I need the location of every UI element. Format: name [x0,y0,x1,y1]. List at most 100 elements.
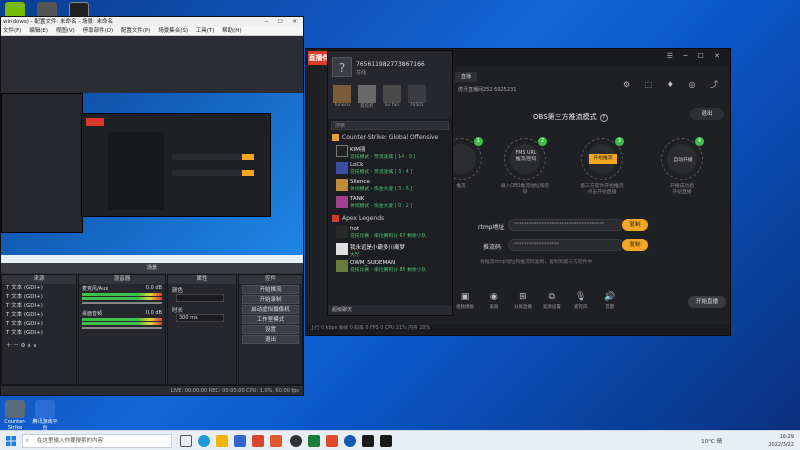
player-row[interactable]: TANK 休闲模式 - 炼金大厦 [ 0 : 2 ] [328,194,452,211]
volume-slider[interactable] [82,327,162,329]
volume-slider[interactable] [82,302,162,304]
explorer-icon[interactable] [216,435,228,447]
mixer-channel[interactable]: 麦克风/Aux 0.0 dB [79,284,165,305]
start-streaming-button[interactable]: 开始推流 [242,285,299,294]
settings-button[interactable]: 设置 [242,325,299,334]
app-icon[interactable] [308,435,320,447]
beauty-tool[interactable]: ◉ 美颜 [481,292,507,310]
user-avatar[interactable]: ? [332,57,352,77]
friends-header: ? 765611982773867166 在线 Tuneco 爱吃虾 Su fa… [328,51,452,119]
scene-label: 场景 [146,265,157,271]
preview-obs-window [1,93,83,233]
menu-profile[interactable]: 配置文件(P) [121,28,151,34]
mixer-channel[interactable]: 桌面音频 0.0 dB [79,309,165,330]
user-id: 765611982773867166 [356,61,425,68]
source-item[interactable]: T 文本 (GDI+) [2,311,76,320]
desktop-icon-tencent[interactable]: 腾讯游戏平台 [32,400,58,431]
virtual-camera-button[interactable]: 启动虚拟摄像机 [242,305,299,314]
property-value[interactable]: 300 ms [176,314,224,322]
steam-icon[interactable] [344,435,356,447]
menu-help[interactable]: 帮助(H) [222,28,241,34]
source-item[interactable]: T 文本 (GDI+) [2,293,76,302]
player-row[interactable]: OWM_SUDEMAN 竞技比赛 - 排位赛积分 85 剩余小队 [328,258,452,275]
stream-key-field[interactable]: ****************** [508,239,624,251]
rtmp-field[interactable]: ************************************ [508,219,624,231]
app-icon[interactable] [362,435,374,447]
property-row[interactable]: 时长 300 ms [168,304,236,324]
exit-button[interactable]: 退出 [242,335,299,344]
friend-avatar[interactable]: Tuneco [331,85,353,108]
copy-key-button[interactable]: 复制 [622,239,648,251]
friend-avatar[interactable]: 76501 [406,85,428,108]
friend-avatar[interactable]: Su fan [381,85,403,108]
exit-mode-button[interactable]: 退出 [690,108,724,120]
mixer-panel: 混音器 麦克风/Aux 0.0 dB 桌面音频 0.0 dB [78,274,166,385]
microphone-icon[interactable]: 🎙 麦克风 [568,292,594,310]
app-icon[interactable] [380,435,392,447]
studio-mode-button[interactable]: 工作室模式 [242,315,299,324]
step-4: 4 自动开播 开播成功后 开始直播 [657,137,707,196]
sources-header: 来源 [2,275,76,284]
menu-edit[interactable]: 编辑(E) [29,28,48,34]
sources-toolbar[interactable]: ＋ － ⚙ ∧ ∨ [2,342,76,351]
app-statusbar: 上行 0 kbps 丢帧 0 码率 0 FPS 0 CPU 21% 内存 20% [306,324,730,334]
obs-preview[interactable] [1,37,303,263]
properties-panel: 属性 颜色 时长 300 ms [167,274,237,385]
taskbar-search[interactable]: ⌕ 在这里输入你要搜索的内容 [22,434,172,448]
split-screen-tool[interactable]: ⊞ 分屏直播 [510,292,536,310]
window-controls[interactable]: ─ ☐ ✕ [265,17,301,27]
game-category[interactable]: Counter-Strike: Global Offensive [328,132,452,143]
obs-menubar: 文件(F) 编辑(E) 视图(V) 停靠部件(D) 配置文件(P) 场景集合(S… [1,27,303,36]
menu-view[interactable]: 视图(V) [56,28,75,34]
mixer-channel-name: 麦克风/Aux [82,286,109,292]
player-row[interactable]: KIM丽 竞技模式 - 荒漠迷城 [ 14 : 9 ] [328,143,452,160]
app-icon[interactable] [270,435,282,447]
start-recording-button[interactable]: 开始录制 [242,295,299,304]
store-icon[interactable] [234,435,246,447]
volume-icon[interactable]: 🔊 音量 [597,292,623,310]
player-row[interactable]: 我永远是小霸多川离梦 大厅 [328,241,452,258]
obs-icon[interactable] [290,435,302,447]
super-chat-bar[interactable]: 超级聊天 [328,305,452,315]
property-row[interactable]: 颜色 [168,284,236,304]
help-icon[interactable]: ? [599,114,608,122]
source-item[interactable]: T 文本 (GDI+) [2,302,76,311]
taskbar: ⌕ 在这里输入你要搜索的内容 10°C 晴 16:29 2022/3/22 [0,430,800,450]
task-view-icon[interactable] [180,435,192,447]
volume-meter [82,322,162,325]
bottom-toolbar: ▣ 视频模板 ◉ 美颜 ⊞ 分屏直播 ⧉ 高清设置 🎙 麦克风 🔊 音量 [452,292,800,320]
obs-window: windows) - 配置文件: 未命名 - 场景: 未命名 ─ ☐ ✕ 文件(… [0,16,304,396]
source-item[interactable]: T 文本 (GDI+) [2,320,76,329]
volume-meter [82,293,162,296]
properties-header: 属性 [168,275,236,284]
property-value[interactable] [176,294,224,302]
source-item[interactable]: T 文本 (GDI+) [2,284,76,293]
csgo-icon [5,400,25,418]
volume-meter [82,297,162,300]
tab-live[interactable]: 直播 [455,72,478,82]
player-row[interactable]: Silence 休闲模式 - 炼金大厦 [ 3 : 6 ] [328,177,452,194]
app-toolbar-icons[interactable]: ⚙ ⬚ ♦ ◎ ⤴ [623,79,724,90]
player-row[interactable]: LoCk 竞技模式 - 荒漠迷城 [ 3 : 4 ] [328,160,452,177]
source-item[interactable]: T 文本 (GDI+) [2,329,76,338]
office-icon[interactable] [252,435,264,447]
app-icon[interactable] [326,435,338,447]
copy-rtmp-button[interactable]: 复制 [622,219,648,231]
game-category[interactable]: Apex Legends [328,213,452,224]
friend-avatar[interactable]: 爱吃虾 [356,85,378,109]
edge-icon[interactable] [198,435,210,447]
menu-tools[interactable]: 工具(T) [196,28,215,34]
video-template-tool[interactable]: ▣ 视频模板 [452,292,478,310]
hd-settings-tool[interactable]: ⧉ 高清设置 [539,292,565,310]
clock[interactable]: 16:29 2022/3/22 [768,433,794,449]
menu-file[interactable]: 文件(F) [3,28,21,34]
weather-widget[interactable]: 10°C 晴 [701,437,722,445]
friend-search-input[interactable]: 搜索 [331,121,449,130]
start-live-button[interactable]: 开始直播 [688,296,726,308]
menu-docks[interactable]: 停靠部件(D) [83,28,114,34]
menu-scene-collection[interactable]: 场景集合(S) [158,28,188,34]
player-row[interactable]: hot 竞技比赛 - 排位赛积分 67 剩余小队 [328,224,452,241]
preview-taskbar [1,255,303,263]
windows-start-icon[interactable] [6,436,16,446]
window-controls[interactable]: ☰ ─ ☐ ✕ [667,52,724,60]
